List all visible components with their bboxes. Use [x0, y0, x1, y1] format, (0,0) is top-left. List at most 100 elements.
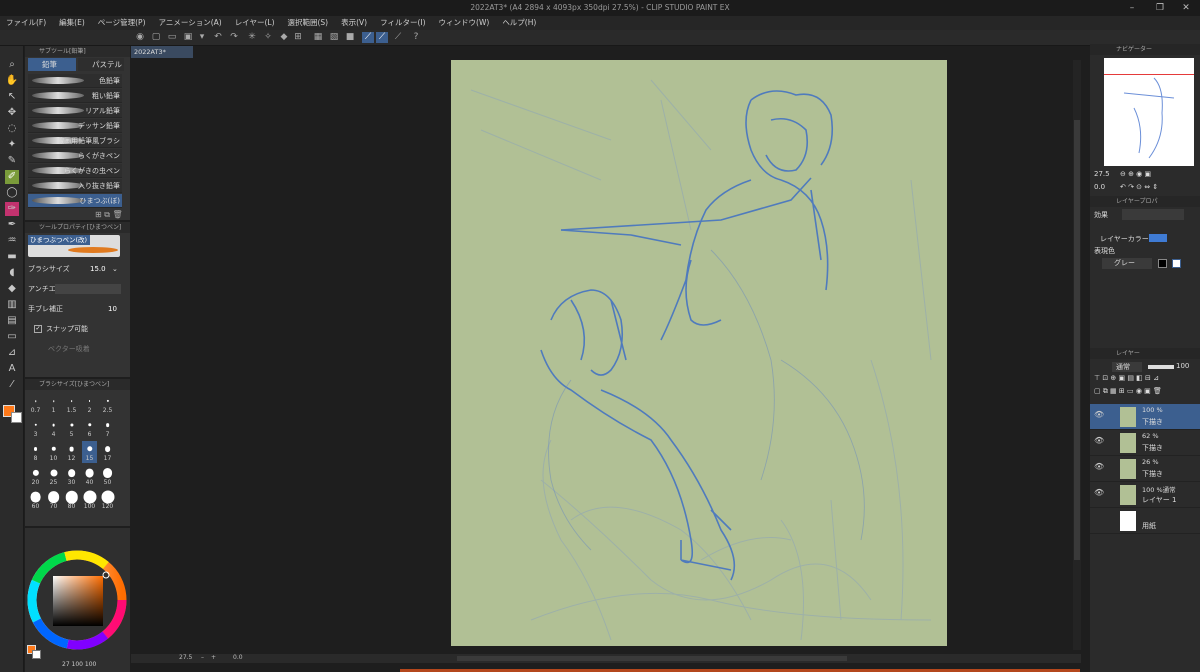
brush-size-cell[interactable]: 40 [82, 465, 97, 487]
maximize-icon[interactable]: ❐ [1150, 1, 1170, 15]
fill-bucket-icon[interactable]: ◆ [5, 282, 19, 296]
layer-row[interactable]: 👁 26 % 下描き [1090, 456, 1200, 482]
operation-icon[interactable]: ↖ [5, 90, 19, 104]
brush-size-cell[interactable]: 60 [28, 489, 43, 511]
nav-rotate-icons[interactable]: ↶ ↷ ⊙ ⇔ ⇕ [1120, 183, 1158, 191]
eye-icon[interactable]: 👁 [1094, 488, 1104, 497]
menu-page[interactable]: ページ管理(P) [98, 16, 146, 30]
status-zoom[interactable]: 27.5 [179, 654, 192, 661]
brush-size-cell[interactable]: 20 [28, 465, 43, 487]
brush-size-cell[interactable]: 17 [100, 441, 115, 463]
brush-size-cell[interactable]: 2.5 [100, 393, 115, 415]
scroll-thumb[interactable] [1074, 120, 1080, 560]
layer-opacity[interactable]: 100 [1176, 362, 1189, 370]
horizontal-scrollbar[interactable] [457, 656, 847, 661]
vertical-scrollbar[interactable] [1073, 60, 1081, 650]
brush-size-cell[interactable]: 4 [46, 417, 61, 439]
antialias-selector[interactable] [55, 284, 121, 294]
color-sub-swatch[interactable] [32, 650, 41, 659]
layer-row[interactable]: 用紙 [1090, 508, 1200, 534]
fill-icon[interactable]: ◆ [278, 32, 290, 43]
layer-action-icons[interactable]: ▢ ⧉ ▦ ⊞ ▭ ◉ ▣ 🗑 [1094, 387, 1198, 396]
status-angle[interactable]: 0.0 [233, 654, 243, 661]
menu-window[interactable]: ウィンドウ(W) [439, 16, 490, 30]
snap-ruler-icon[interactable]: ⟋ [362, 32, 374, 43]
nav-zoom-icons[interactable]: ⊖ ⊕ ◉ ▣ [1120, 170, 1151, 178]
airbrush-icon[interactable]: ✒ [5, 218, 19, 232]
redo-icon[interactable]: ↷ [228, 32, 240, 43]
menu-edit[interactable]: 編集(E) [59, 16, 85, 30]
brush-item[interactable]: 粗い鉛筆 [28, 89, 122, 103]
eye-icon[interactable]: 👁 [1094, 410, 1104, 419]
grid-icon[interactable]: ▦ [312, 32, 324, 43]
ruler-tool-icon[interactable]: ⊿ [5, 346, 19, 360]
open-folder-icon[interactable]: ▭ [166, 32, 178, 43]
brush-item[interactable]: デッサン鉛筆 [28, 119, 122, 133]
brush-size-cell[interactable]: 3 [28, 417, 43, 439]
dropdown-icon[interactable]: ▾ [196, 32, 208, 43]
loading-icon[interactable]: ✳ [246, 32, 258, 43]
brush-size-cell[interactable]: 100 [82, 489, 97, 511]
app-icon[interactable]: ◉ [134, 32, 146, 43]
brush-size-cell[interactable]: 15 [82, 441, 97, 463]
layer-lock-icons[interactable]: ⊤ ⊡ ⊕ ▣ ▤ ◧ ⊟ ⊿ [1094, 374, 1198, 382]
brush-item[interactable]: 入り抜き鉛筆 [28, 179, 122, 193]
brush-size-cell[interactable]: 5 [64, 417, 79, 439]
eyedropper-icon[interactable]: ✎ [5, 154, 19, 168]
subtool-actions[interactable]: ⊞ ⧉ 🗑 [95, 210, 123, 220]
brush-item[interactable]: ひまつぶ(ぼ) [28, 194, 122, 208]
brush-icon[interactable]: ✑ [5, 202, 19, 216]
document-tab[interactable]: 2022AT3* [131, 46, 193, 58]
move-icon[interactable]: ✥ [5, 106, 19, 120]
menu-animation[interactable]: アニメーション(A) [159, 16, 222, 30]
brush-size-cell[interactable]: 80 [64, 489, 79, 511]
snap-checkbox[interactable]: ✓ [34, 325, 42, 333]
menu-file[interactable]: ファイル(F) [6, 16, 46, 30]
brush-size-cell[interactable]: 30 [64, 465, 79, 487]
brush-item[interactable]: リアル鉛筆 [28, 104, 122, 118]
layer-row[interactable]: 👁 62 % 下描き [1090, 430, 1200, 456]
magic-wand-icon[interactable]: ✦ [5, 138, 19, 152]
stabilize-value[interactable]: 10 [108, 302, 117, 316]
crop-icon[interactable]: ■ [344, 32, 356, 43]
navigator-thumbnail[interactable] [1104, 58, 1194, 166]
brush-size-cell[interactable]: 8 [28, 441, 43, 463]
expression-white[interactable] [1172, 259, 1181, 268]
brush-size-cell[interactable]: 50 [100, 465, 115, 487]
frame-icon[interactable]: ▭ [5, 330, 19, 344]
navigator-angle[interactable]: 0.0 [1094, 183, 1105, 191]
figure-icon[interactable]: ▤ [5, 314, 19, 328]
pen-icon[interactable]: ✐ [5, 170, 19, 184]
brush-item[interactable]: らくがきペン [28, 149, 122, 163]
clear-icon[interactable]: ✧ [262, 32, 274, 43]
help-icon[interactable]: ? [410, 32, 422, 43]
close-icon[interactable]: ✕ [1176, 1, 1196, 15]
bubble-icon[interactable]: ◯ [5, 186, 19, 200]
layer-row[interactable]: 👁 100 % 下描き [1090, 404, 1200, 430]
expression-select[interactable]: グレー [1102, 258, 1152, 269]
hand-icon[interactable]: ✋ [5, 74, 19, 88]
brush-size-cell[interactable]: 2 [82, 393, 97, 415]
eye-icon[interactable]: 👁 [1094, 436, 1104, 445]
text-icon[interactable]: A [5, 362, 19, 376]
blend-icon[interactable]: ◖ [5, 266, 19, 280]
menu-selection[interactable]: 選択範囲(S) [288, 16, 329, 30]
tab-pencil[interactable]: 鉛筆 [28, 58, 76, 71]
brush-item[interactable]: 色鉛筆 [28, 74, 122, 88]
eye-icon[interactable]: 👁 [1094, 462, 1104, 471]
brush-size-value[interactable]: 15.0 [90, 262, 106, 276]
brush-size-cell[interactable]: 10 [46, 441, 61, 463]
brush-item[interactable]: 線画用鉛筆風ブラシ [28, 134, 122, 148]
zoom-out-icon[interactable]: – [201, 654, 204, 661]
layer-row[interactable]: 👁 100 %通常 レイヤー 1 [1090, 482, 1200, 508]
new-file-icon[interactable]: ▢ [150, 32, 162, 43]
dropdown-icon[interactable]: ⌄ [112, 262, 118, 276]
effect-buttons[interactable] [1122, 209, 1184, 220]
transform-icon[interactable]: ⊞ [292, 32, 304, 43]
lasso-icon[interactable]: ◌ [5, 122, 19, 136]
brush-size-cell[interactable]: 120 [100, 489, 115, 511]
brush-item[interactable]: らくがきの虫ペン [28, 164, 122, 178]
undo-icon[interactable]: ↶ [212, 32, 224, 43]
blend-mode-select[interactable]: 通常 [1112, 362, 1142, 372]
brush-size-cell[interactable]: 1.5 [64, 393, 79, 415]
